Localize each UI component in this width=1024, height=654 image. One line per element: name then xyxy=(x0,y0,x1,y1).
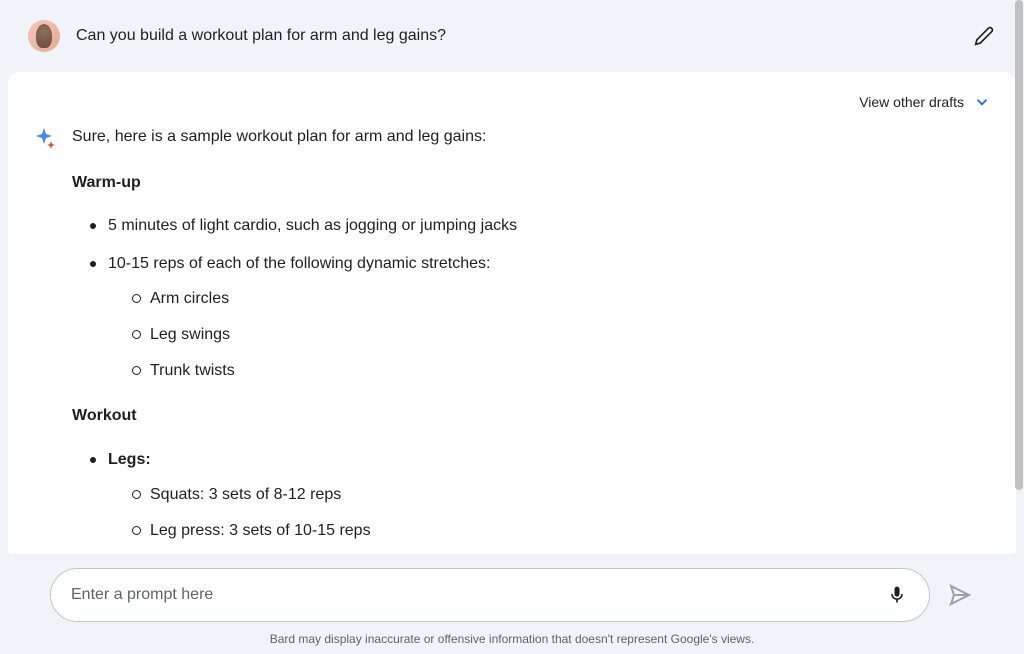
edit-icon[interactable] xyxy=(972,24,996,48)
scrollbar-thumb[interactable] xyxy=(1015,0,1023,490)
list-item: 5 minutes of light cardio, such as joggi… xyxy=(90,213,992,239)
legs-exercise-list: Squats: 3 sets of 8-12 reps Leg press: 3… xyxy=(108,482,992,554)
list-item: Trunk twists xyxy=(132,358,992,384)
send-icon[interactable] xyxy=(946,581,974,609)
user-message-row: Can you build a workout plan for arm and… xyxy=(8,8,1016,64)
response-body: Sure, here is a sample workout plan for … xyxy=(32,124,992,554)
input-area: Bard may display inaccurate or offensive… xyxy=(0,556,1024,654)
stretch-list: Arm circles Leg swings Trunk twists xyxy=(108,286,992,383)
chevron-down-icon[interactable] xyxy=(972,92,992,112)
response-content: Sure, here is a sample workout plan for … xyxy=(72,124,992,554)
user-prompt-text: Can you build a workout plan for arm and… xyxy=(76,27,956,45)
list-item: 10-15 reps of each of the following dyna… xyxy=(90,251,992,383)
response-card: View other drafts Sure, here is a sample… xyxy=(8,72,1016,554)
list-item: Leg swings xyxy=(132,322,992,348)
list-item: Leg press: 3 sets of 10-15 reps xyxy=(132,518,992,544)
list-item-text: 10-15 reps of each of the following dyna… xyxy=(108,255,490,272)
workout-list: Legs: Squats: 3 sets of 8-12 reps Leg pr… xyxy=(72,447,992,554)
response-intro: Sure, here is a sample workout plan for … xyxy=(72,124,992,150)
list-item: Squats: 3 sets of 8-12 reps xyxy=(132,482,992,508)
drafts-row: View other drafts xyxy=(32,92,992,112)
workout-heading: Workout xyxy=(72,403,992,429)
bard-sparkle-icon xyxy=(32,126,56,150)
prompt-input-container[interactable] xyxy=(50,568,930,622)
list-item: Legs: Squats: 3 sets of 8-12 reps Leg pr… xyxy=(90,447,992,554)
prompt-input[interactable] xyxy=(71,586,873,604)
chat-container: Can you build a workout plan for arm and… xyxy=(0,0,1024,554)
warmup-list: 5 minutes of light cardio, such as joggi… xyxy=(72,213,992,383)
legs-label: Legs: xyxy=(108,451,151,468)
disclaimer-text: Bard may display inaccurate or offensive… xyxy=(50,632,974,646)
list-item: Arm circles xyxy=(132,286,992,312)
warmup-heading: Warm-up xyxy=(72,170,992,196)
scrollbar-track[interactable] xyxy=(1014,0,1024,654)
user-avatar[interactable] xyxy=(28,20,60,52)
input-row xyxy=(50,568,974,622)
microphone-icon[interactable] xyxy=(885,583,909,607)
view-drafts-button[interactable]: View other drafts xyxy=(859,94,964,110)
